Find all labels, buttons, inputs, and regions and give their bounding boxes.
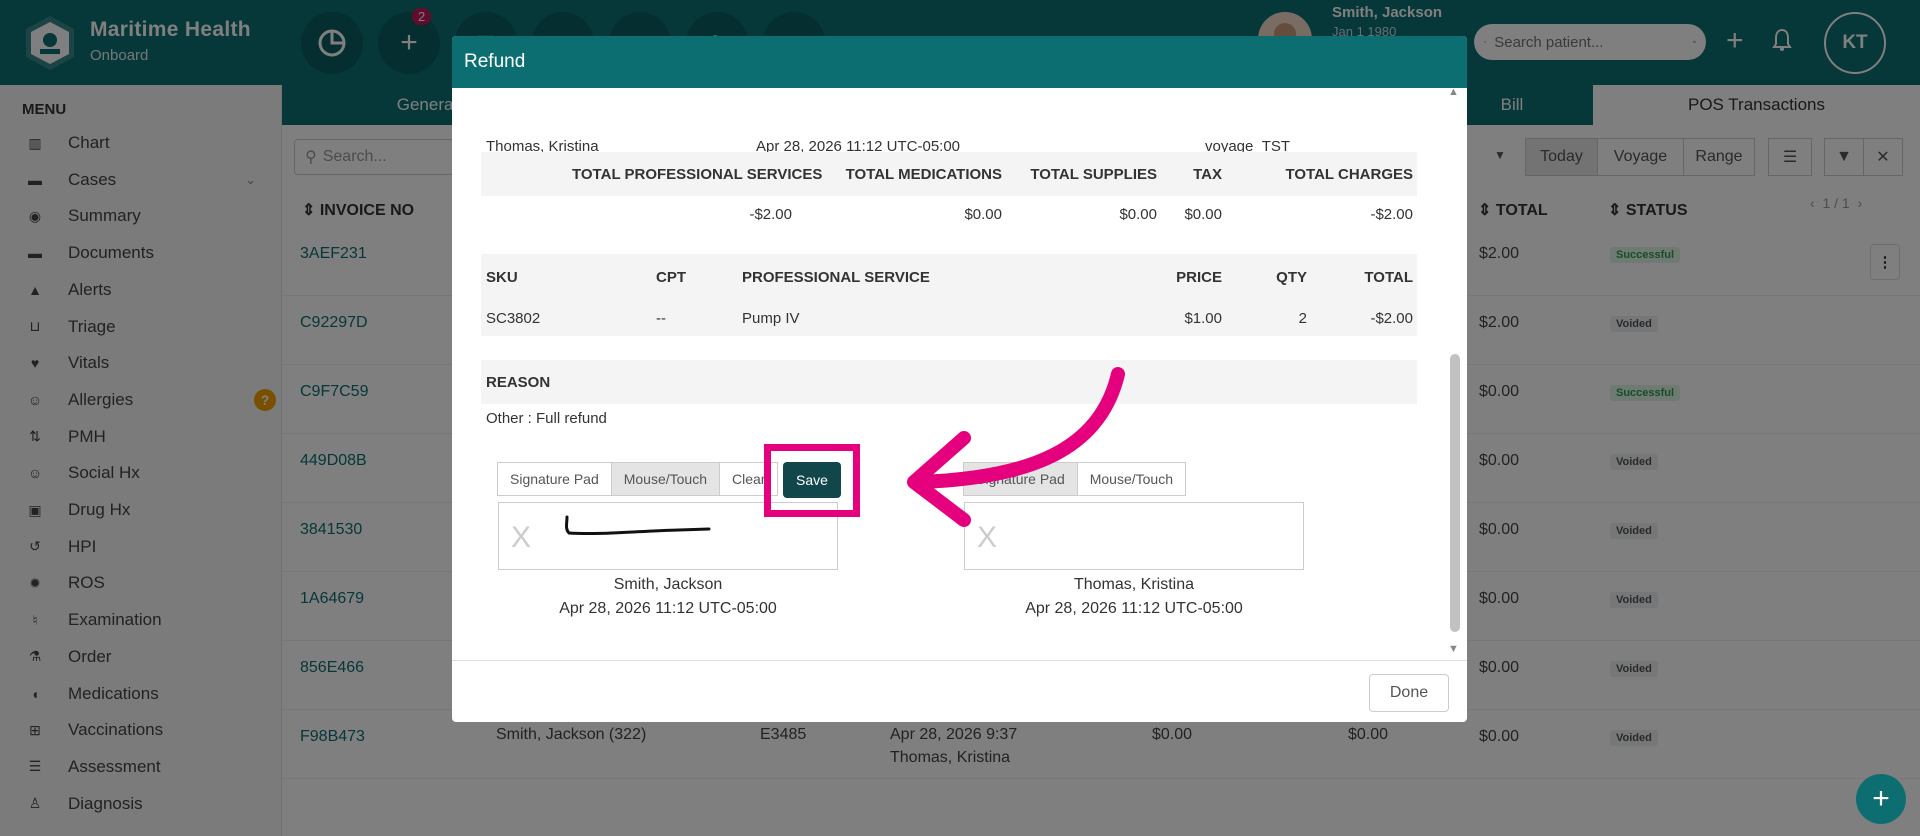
th-price: PRICE	[1176, 269, 1222, 286]
th-total-supplies: TOTAL SUPPLIES	[1030, 166, 1157, 183]
scroll-down-icon[interactable]: ▼	[1448, 643, 1459, 655]
th-qty: QTY	[1276, 269, 1307, 286]
signature2-date: Apr 28, 2026 11:12 UTC-05:00	[1025, 600, 1243, 617]
modal-footer: Done	[452, 660, 1467, 722]
signature-x-mark: X	[511, 521, 532, 554]
modal-scrollbar-thumb[interactable]	[1450, 354, 1460, 632]
annotation-arrow	[907, 367, 1125, 527]
th-total-medications: TOTAL MEDICATIONS	[845, 166, 1002, 183]
floating-add-button[interactable]: +	[1856, 774, 1906, 824]
signature1-mode-tabs: Signature Pad Mouse/Touch Clear	[497, 462, 779, 496]
signature2-name: Thomas, Kristina	[1073, 576, 1195, 593]
item-qty: 2	[1298, 310, 1307, 327]
total-professional-value: -$2.00	[749, 206, 792, 223]
th-cpt: CPT	[656, 269, 686, 286]
total-medications-value: $0.00	[964, 206, 1002, 223]
th-total-professional: TOTAL PROFESSIONAL SERVICES	[572, 166, 823, 183]
th-tax: TAX	[1193, 166, 1222, 183]
signature1-name: Smith, Jackson	[613, 576, 723, 593]
th-professional-service: PROFESSIONAL SERVICE	[742, 269, 930, 286]
signature1-date: Apr 28, 2026 11:12 UTC-05:00	[559, 600, 777, 617]
th-total-charges: TOTAL CHARGES	[1285, 166, 1413, 183]
item-service: Pump IV	[742, 310, 800, 327]
signature-stroke	[565, 515, 711, 536]
done-button[interactable]: Done	[1369, 674, 1449, 712]
th-sku: SKU	[486, 269, 518, 286]
reason-header: REASON	[486, 374, 551, 391]
th-total: TOTAL	[1364, 269, 1413, 286]
signature1-mouse-tab[interactable]: Mouse/Touch	[610, 462, 721, 496]
scroll-up-icon[interactable]: ▲	[1448, 88, 1459, 98]
item-price: $1.00	[1184, 310, 1222, 327]
reason-text: Other : Full refund	[486, 410, 607, 427]
item-total: -$2.00	[1370, 310, 1413, 327]
total-charges-value: -$2.00	[1370, 206, 1413, 223]
tax-value: $0.00	[1184, 206, 1222, 223]
total-supplies-value: $0.00	[1119, 206, 1157, 223]
plus-icon: +	[1872, 782, 1890, 815]
modal-title: Refund	[452, 36, 1467, 88]
annotation-highlight-box	[764, 444, 860, 517]
item-sku: SC3802	[486, 310, 541, 327]
item-cpt: --	[656, 310, 666, 327]
signature1-pad-tab[interactable]: Signature Pad	[497, 462, 612, 496]
